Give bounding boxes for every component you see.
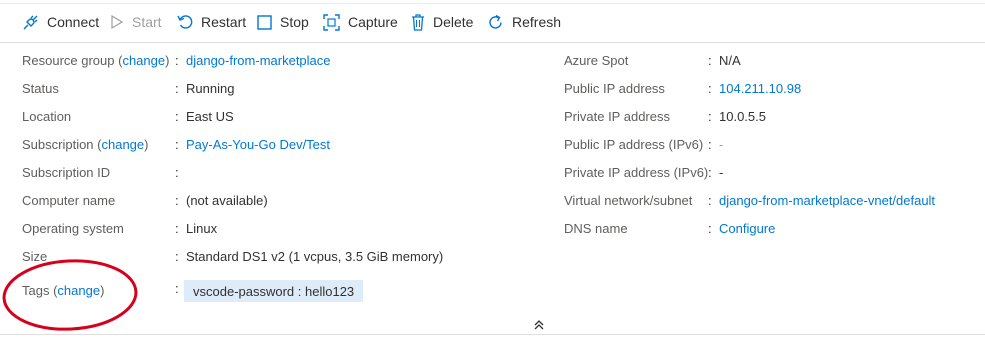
- separator: :: [175, 281, 179, 296]
- separator: :: [175, 221, 179, 236]
- tags-change-link[interactable]: change: [57, 283, 100, 298]
- stop-icon: [257, 14, 272, 30]
- capture-icon: [323, 13, 340, 31]
- separator: :: [175, 53, 179, 68]
- connect-label: Connect: [47, 14, 100, 30]
- start-label: Start: [132, 14, 162, 30]
- location-value: East US: [186, 109, 234, 124]
- refresh-icon: [489, 14, 502, 29]
- os-label: Operating system: [22, 221, 124, 236]
- status-value: Running: [186, 81, 235, 96]
- status-label: Status: [22, 81, 59, 96]
- public-ipv6-label: Public IP address (IPv6): [564, 137, 704, 152]
- private-ipv6-value: -: [719, 165, 724, 180]
- azure-spot-value: N/A: [719, 53, 741, 68]
- location-label: Location: [22, 109, 72, 124]
- computer-name-value: (not available): [186, 193, 268, 208]
- plug-icon: [23, 15, 38, 29]
- refresh-button[interactable]: Refresh: [487, 10, 561, 34]
- public-ip-label: Public IP address: [564, 81, 665, 96]
- delete-label: Delete: [433, 14, 474, 30]
- capture-label: Capture: [348, 14, 398, 30]
- azure-spot-label: Azure Spot: [564, 53, 629, 68]
- command-bar: Connect Start Restart Stop Capture Delet…: [0, 0, 985, 43]
- separator: :: [708, 221, 712, 236]
- separator: :: [708, 165, 712, 180]
- tag-pill[interactable]: vscode-password : hello123: [184, 280, 364, 302]
- restart-label: Restart: [201, 14, 247, 30]
- separator: :: [708, 53, 712, 68]
- vnet-link[interactable]: django-from-marketplace-vnet/default: [719, 193, 935, 208]
- separator: :: [175, 81, 179, 96]
- separator: :: [708, 137, 712, 152]
- divider: [0, 334, 985, 335]
- connect-button[interactable]: Connect: [22, 10, 99, 34]
- vnet-label: Virtual network/subnet: [564, 193, 693, 208]
- double-chevron-up-icon[interactable]: [533, 319, 545, 331]
- public-ip-link[interactable]: 104.211.10.98: [719, 81, 801, 96]
- subscription-id-label: Subscription ID: [22, 165, 111, 180]
- separator: :: [708, 193, 712, 208]
- stop-button[interactable]: Stop: [257, 10, 309, 34]
- refresh-label: Refresh: [512, 14, 562, 30]
- start-button[interactable]: Start: [110, 10, 162, 34]
- divider: [0, 3, 985, 4]
- resource-group-link[interactable]: django-from-marketplace: [186, 53, 331, 68]
- restart-button[interactable]: Restart: [177, 10, 246, 34]
- dns-configure-link[interactable]: Configure: [719, 221, 775, 236]
- separator: :: [175, 165, 179, 180]
- separator: :: [708, 109, 712, 124]
- computer-name-label: Computer name: [22, 193, 116, 208]
- separator: :: [175, 249, 179, 264]
- delete-button[interactable]: Delete: [411, 10, 473, 34]
- private-ipv6-label: Private IP address (IPv6): [564, 165, 709, 180]
- capture-button[interactable]: Capture: [323, 10, 398, 34]
- stop-label: Stop: [280, 14, 309, 30]
- separator: :: [175, 137, 179, 152]
- tags-label: Tags (change): [22, 283, 105, 298]
- separator: :: [175, 193, 179, 208]
- subscription-label: Subscription (change): [22, 137, 149, 152]
- restart-icon: [177, 15, 193, 29]
- size-label: Size: [22, 249, 48, 264]
- subscription-link[interactable]: Pay-As-You-Go Dev/Test: [186, 137, 330, 152]
- dns-label: DNS name: [564, 221, 628, 236]
- trash-icon: [412, 13, 424, 31]
- subscription-change-link[interactable]: change: [101, 137, 144, 152]
- resource-group-change-link[interactable]: change: [122, 53, 165, 68]
- size-value: Standard DS1 v2 (1 vcpus, 3.5 GiB memory…: [186, 249, 444, 264]
- private-ip-label: Private IP address: [564, 109, 670, 124]
- play-icon: [111, 14, 124, 30]
- public-ipv6-value: -: [719, 137, 724, 152]
- separator: :: [708, 81, 712, 96]
- private-ip-value: 10.0.5.5: [719, 109, 766, 124]
- os-value: Linux: [186, 221, 218, 236]
- separator: :: [175, 109, 179, 124]
- resource-group-label: Resource group (change): [22, 53, 170, 68]
